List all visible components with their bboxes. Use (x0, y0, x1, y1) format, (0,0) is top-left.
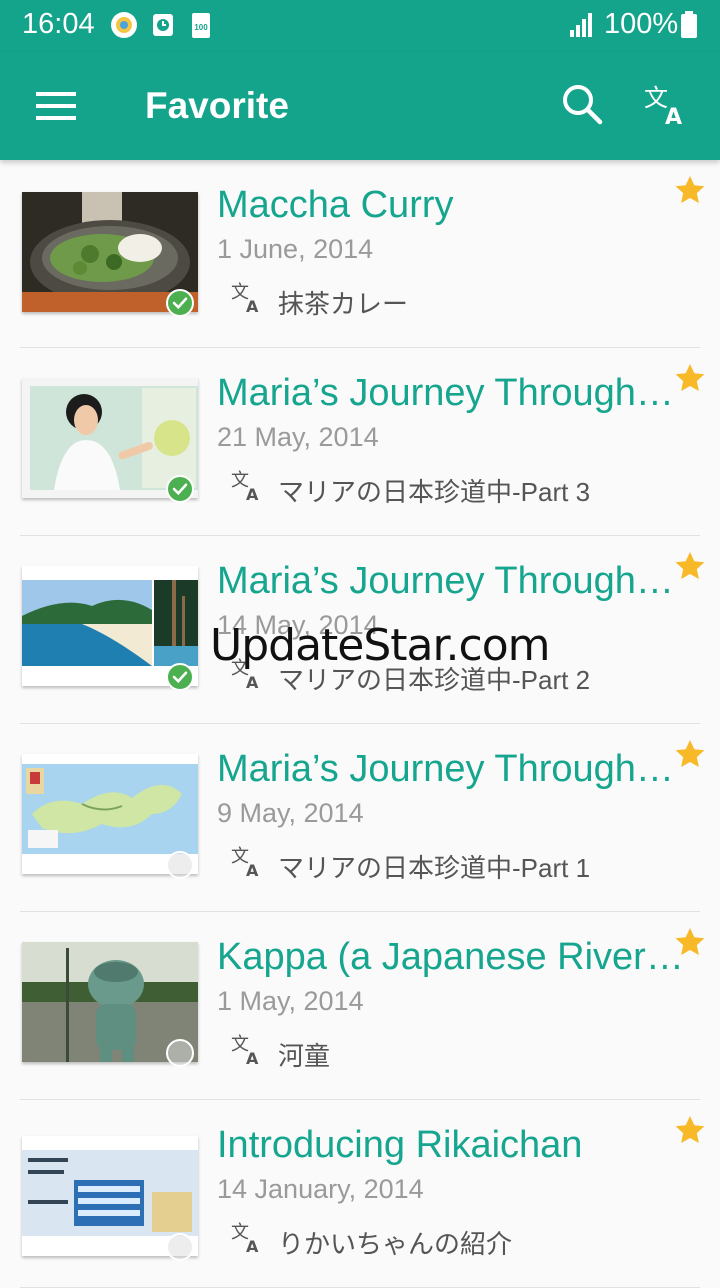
read-check-icon (166, 1039, 194, 1067)
svg-text:A: A (246, 1049, 259, 1066)
battery-percent: 100% (604, 8, 679, 40)
favorite-star-icon[interactable] (674, 550, 706, 582)
clock-app-icon (152, 11, 174, 39)
translate-icon: 文A (231, 844, 265, 880)
article-title: Introducing Rikaichan (217, 1124, 583, 1166)
svg-text:A: A (246, 297, 259, 314)
svg-text:A: A (246, 673, 259, 690)
translate-icon: 文A (231, 1032, 265, 1068)
japanese-title: りかいちゃんの紹介 (278, 1229, 513, 1259)
notification-badge-text: 100 (194, 23, 208, 32)
article-title: Maria’s Journey Through… (217, 748, 674, 790)
app-bar: Favorite 文 A (0, 52, 720, 160)
read-check-icon (166, 475, 194, 503)
article-date: 9 May, 2014 (217, 798, 364, 828)
article-date: 1 June, 2014 (217, 234, 374, 264)
translate-icon[interactable]: 文 A (642, 80, 692, 130)
list-item[interactable]: Kappa (a Japanese River… 1 May, 2014 文 A 河童 (0, 912, 720, 1100)
battery-icon (680, 11, 698, 39)
japanese-title: 河童 (278, 1041, 331, 1071)
japanese-title: 抹茶カレー (278, 289, 409, 319)
read-check-icon (166, 289, 194, 317)
list-item[interactable]: Introducing Rikaichan 14 January, 2014 文 A り… (0, 1100, 720, 1288)
page-title: Favorite (145, 85, 289, 126)
sync-icon (110, 11, 138, 39)
japanese-title: マリアの日本珍道中-Part 3 (278, 477, 591, 507)
favorite-star-icon[interactable] (674, 362, 706, 394)
read-check-icon (166, 663, 194, 691)
signal-icon (568, 11, 594, 39)
article-date: 14 January, 2014 (217, 1174, 424, 1204)
search-icon[interactable] (558, 80, 606, 128)
status-bar: 16:04 100 100% (0, 0, 720, 52)
favorite-list: Maccha Curry 1 June, 2014 文 A 抹茶カレー Maria’s J… (0, 160, 720, 1288)
article-date: 1 May, 2014 (217, 986, 364, 1016)
menu-icon[interactable] (30, 82, 82, 130)
translate-icon: 文A (231, 468, 265, 504)
translate-icon: 文A (231, 280, 265, 316)
translate-icon: 文A (231, 1220, 265, 1256)
read-check-icon (166, 851, 194, 879)
read-check-icon (166, 1233, 194, 1261)
list-item[interactable]: Maccha Curry 1 June, 2014 文 A 抹茶カレー (0, 160, 720, 348)
svg-text:A: A (246, 1237, 259, 1254)
status-time: 16:04 (22, 8, 95, 40)
japanese-title: マリアの日本珍道中-Part 1 (278, 853, 591, 883)
article-title: Maria’s Journey Through… (217, 372, 674, 414)
article-title: Kappa (a Japanese River… (217, 936, 684, 978)
favorite-star-icon[interactable] (674, 174, 706, 206)
svg-text:A: A (246, 861, 259, 878)
svg-text:A: A (665, 105, 682, 130)
list-item[interactable]: Maria’s Journey Through… 21 May, 2014 文 A マリ… (0, 348, 720, 536)
favorite-star-icon[interactable] (674, 738, 706, 770)
notification-badge-icon: 100 (191, 11, 211, 39)
article-date: 21 May, 2014 (217, 422, 379, 452)
article-title: Maccha Curry (217, 184, 454, 226)
favorite-star-icon[interactable] (674, 1114, 706, 1146)
article-title: Maria’s Journey Through… (217, 560, 674, 602)
list-item[interactable]: Maria’s Journey Through… 9 May, 2014 文 A マリア… (0, 724, 720, 912)
favorite-star-icon[interactable] (674, 926, 706, 958)
watermark: UpdateStar.com (210, 620, 551, 671)
svg-text:A: A (246, 485, 259, 502)
